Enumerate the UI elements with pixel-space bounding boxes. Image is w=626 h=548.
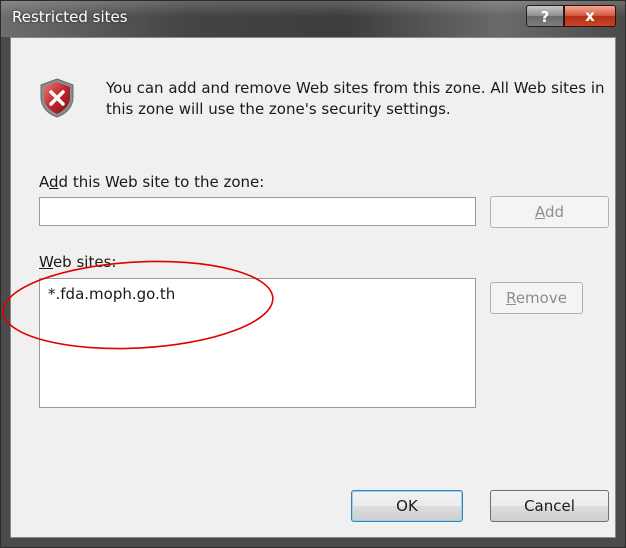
window-title: Restricted sites xyxy=(12,8,128,26)
list-item[interactable]: *.fda.moph.go.th xyxy=(48,285,175,303)
remove-button-label: emove xyxy=(515,289,567,307)
web-sites-label: Web sites: xyxy=(39,253,116,271)
add-button-mnemonic: A xyxy=(534,203,545,221)
cancel-button[interactable]: Cancel xyxy=(490,490,609,522)
add-site-label-mnemonic: d xyxy=(49,173,59,191)
add-site-label-start: A xyxy=(39,173,49,191)
close-button[interactable]: x xyxy=(564,5,616,27)
add-site-label: Add this Web site to the zone: xyxy=(39,173,264,191)
remove-button-mnemonic: R xyxy=(506,289,516,307)
add-button[interactable]: Add xyxy=(490,196,609,228)
web-sites-label-mnemonic: W xyxy=(39,253,53,271)
add-site-label-end: d this Web site to the zone: xyxy=(58,173,265,191)
ok-button[interactable]: OK xyxy=(351,490,463,522)
title-bar[interactable]: Restricted sites ? x xyxy=(1,1,625,37)
remove-button[interactable]: Remove xyxy=(490,282,583,314)
add-site-input[interactable] xyxy=(39,197,476,226)
restricted-sites-dialog: Restricted sites ? x You can add and rem… xyxy=(0,0,626,548)
add-button-label: dd xyxy=(544,203,565,221)
zone-description: You can add and remove Web sites from th… xyxy=(106,79,605,118)
web-sites-list[interactable]: *.fda.moph.go.th xyxy=(39,278,476,408)
help-button[interactable]: ? xyxy=(526,5,564,27)
shield-error-icon xyxy=(40,78,74,118)
web-sites-label-rest: eb sites: xyxy=(52,253,117,271)
dialog-body: You can add and remove Web sites from th… xyxy=(10,37,616,538)
